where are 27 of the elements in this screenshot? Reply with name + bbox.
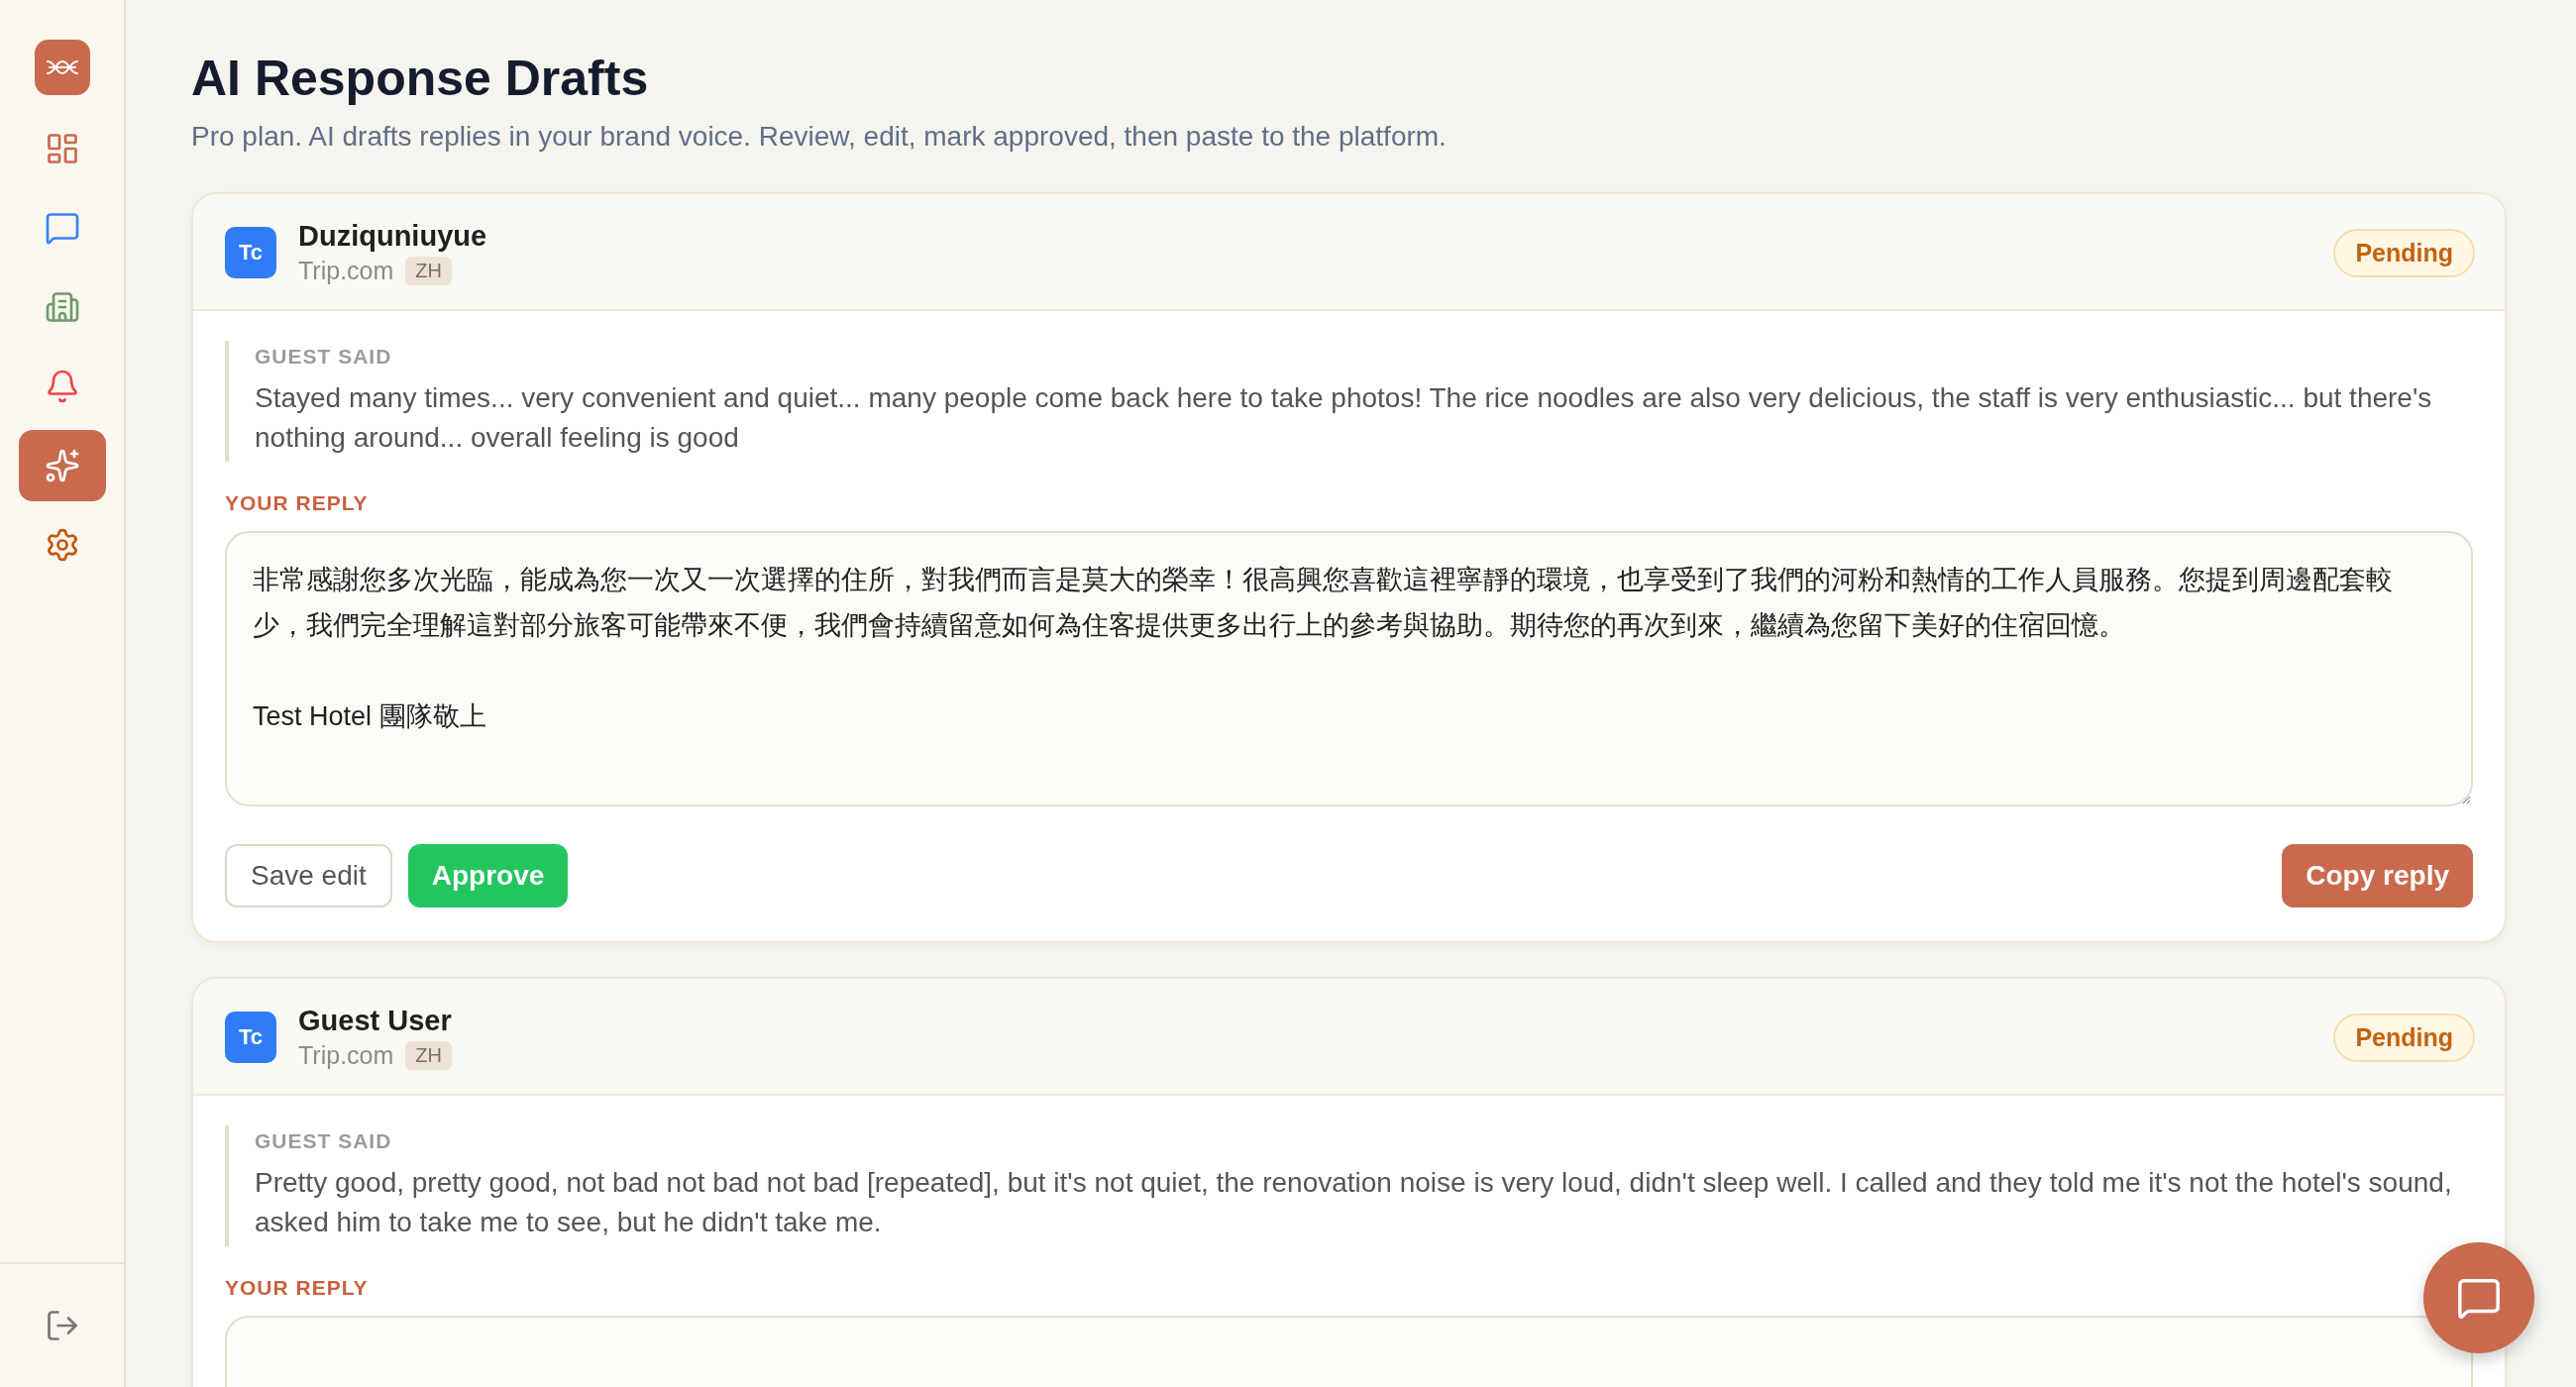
copy-button[interactable]: Copy reply [2282,844,2473,907]
review-text: Pretty good, pretty good, not bad not bad not bad [repeated], but it's not quiet, the renovation noise is very loud, didn't sleep well. I called and they told me it's not the hotel's sound, asked him to take me to see, but he didn't take me. [255,1166,2453,1239]
platform-name: Trip.com [298,257,394,285]
section-label: YOUR REPLY [225,491,370,515]
status-badge: Pending [2333,228,2475,277]
app-logo[interactable] [34,40,90,95]
building-icon [44,289,80,325]
section-label: GUEST SAID [255,345,393,369]
platform-avatar: Tc [225,227,276,278]
save-button[interactable]: Save edit [225,844,392,907]
chat-icon [44,210,80,246]
logo-icon [45,57,79,77]
page-subtitle: Pro plan. AI drafts replies in your brand voice. Review, edit, mark approved, then paste to the platform. [191,121,1448,153]
reply-field[interactable]: 非常感謝您多次光臨，能成為您一次又一次選擇的住所，對我們而言是莫大的榮幸！很高興您喜歡這裡寧靜的環境，也享受到了我們的河粉和熱情的工作人員服務。您提到周邊配套較少，我們完全理解這對部分旅客可能帶來不便，我們會持續留意如何為住客提供更多出行上的參考與協助。期待您的再次到來，繼續為您留下美好的住宿回憶。 Test Hotel 團隊敬上 [225,531,2473,806]
guest-name: Guest User [298,1005,453,1037]
section-label: GUEST SAID [255,1129,393,1153]
language-tag: ZH [405,1041,452,1070]
page-title: AI Response Drafts [191,50,650,107]
guest-name: Duziquniuyue [298,220,488,253]
status-badge: Pending [2333,1013,2475,1062]
sidebar-item[interactable] [18,430,106,501]
platform-avatar: Tc [225,1012,276,1063]
section-label: YOUR REPLY [225,1276,370,1300]
platform-name: Trip.com [298,1041,394,1070]
review-text: Stayed many times... very convenient and quiet... many people come back here to take photos! The rice noodles are also very delicious, the staff is very enthusiastic... but there's nothing around... overall feeling is good [255,381,2433,455]
language-tag: ZH [405,257,452,285]
sparkles-icon [44,448,80,483]
